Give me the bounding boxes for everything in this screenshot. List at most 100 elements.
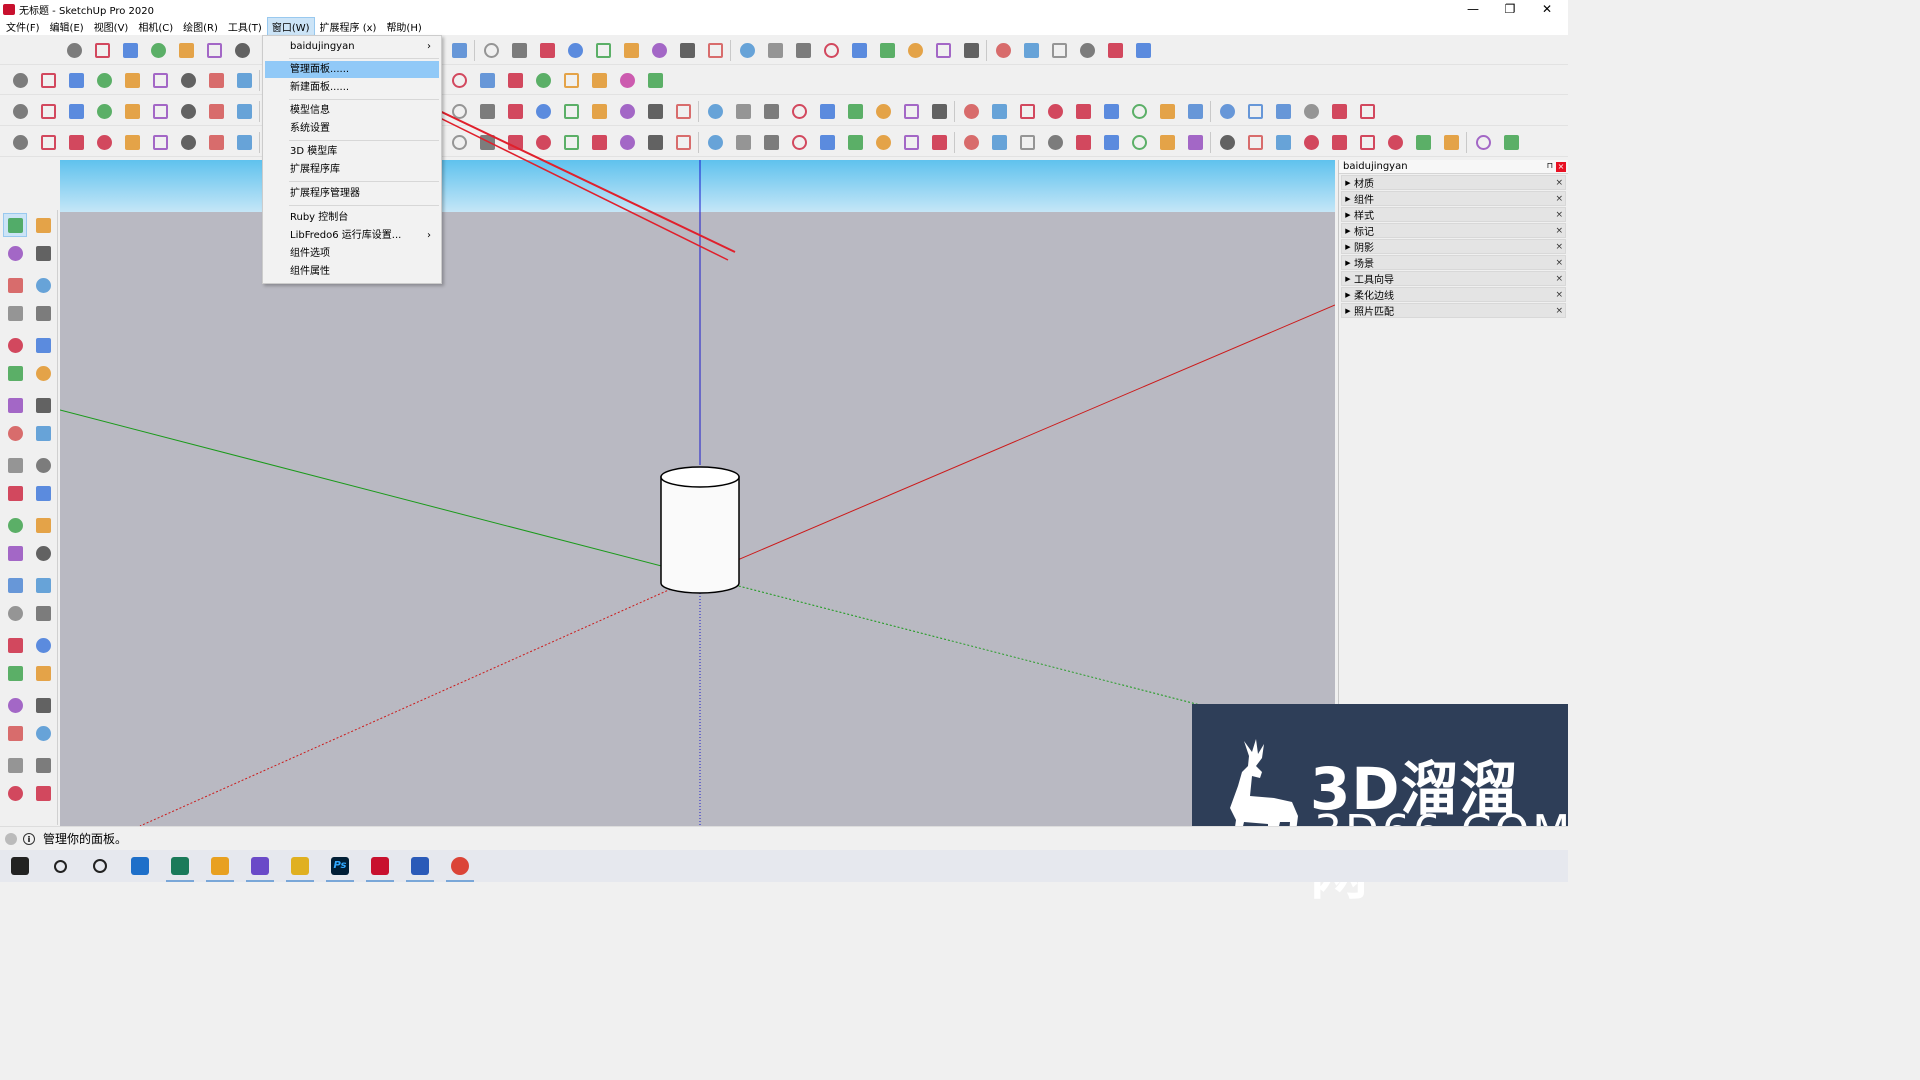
tube2-icon[interactable] [821, 40, 841, 60]
knife-icon[interactable] [961, 101, 981, 121]
fillet-icon[interactable] [649, 40, 669, 60]
rect-icon[interactable] [178, 70, 198, 90]
flex-icon[interactable] [1413, 132, 1433, 152]
computer-icon[interactable] [120, 850, 160, 882]
face-blue-icon[interactable] [1217, 101, 1237, 121]
select-icon[interactable] [3, 213, 27, 237]
layer2-icon[interactable] [1101, 101, 1121, 121]
photoshop-icon[interactable]: Ps [320, 850, 360, 882]
search-icon[interactable] [40, 850, 80, 882]
walk-icon[interactable] [122, 101, 142, 121]
vertex-orange-icon[interactable] [561, 70, 581, 90]
push-pull-icon[interactable] [150, 132, 170, 152]
expand-triangle-icon[interactable]: ▶ [1342, 243, 1354, 251]
menu-item-baidujingyan[interactable]: baidujingyan › [265, 38, 439, 55]
warehouse-icon[interactable] [4, 754, 26, 776]
pan-icon[interactable] [32, 602, 54, 624]
expand-triangle-icon[interactable]: ▶ [1342, 291, 1354, 299]
footprints-icon[interactable] [234, 101, 254, 121]
column-icon[interactable] [1021, 40, 1041, 60]
shaded-icon[interactable] [901, 132, 921, 152]
scale-icon[interactable] [4, 482, 26, 504]
shield-icon[interactable] [1441, 132, 1461, 152]
menu-view[interactable]: 视图(V) [90, 18, 133, 35]
loft-icon[interactable] [481, 40, 501, 60]
red-tool-c-icon[interactable] [1357, 132, 1377, 152]
expand-triangle-icon[interactable]: ▶ [1342, 259, 1354, 267]
eye-icon[interactable] [206, 101, 226, 121]
position-icon[interactable] [178, 101, 198, 121]
smooth-icon[interactable] [789, 101, 809, 121]
zoom-extents-left-icon[interactable] [4, 662, 26, 684]
left-icon[interactable] [789, 132, 809, 152]
mesh-icon[interactable] [877, 40, 897, 60]
3b-icon[interactable] [989, 101, 1009, 121]
vertex-blue-icon[interactable] [477, 70, 497, 90]
ruler-icon[interactable] [561, 101, 581, 121]
menu-item-extension-manager[interactable]: 扩展程序管理器 [265, 185, 439, 202]
axes-left-icon[interactable] [4, 574, 26, 596]
panel-close-icon[interactable]: × [1555, 226, 1563, 236]
follow-icon[interactable] [232, 40, 252, 60]
hidden-icon[interactable] [873, 132, 893, 152]
red-box2-icon[interactable] [533, 132, 553, 152]
undo-icon[interactable] [1301, 101, 1321, 121]
red-tool-b-icon[interactable] [1329, 132, 1349, 152]
orbit-left-icon[interactable] [4, 602, 26, 624]
orbit-icon[interactable] [10, 101, 30, 121]
ruler2-icon[interactable] [873, 101, 893, 121]
push-icon[interactable] [737, 40, 757, 60]
menu-help[interactable]: 帮助(H) [382, 18, 425, 35]
menu-item-model-info[interactable]: 模型信息 [265, 102, 439, 119]
menu-item-ruby-console[interactable]: Ruby 控制台 [265, 209, 439, 226]
expand-triangle-icon[interactable]: ▶ [1342, 275, 1354, 283]
box-d-icon[interactable] [1245, 132, 1265, 152]
tray-panel-row[interactable]: ▶ 场景 × [1341, 255, 1566, 270]
panel-close-icon[interactable]: × [1555, 242, 1563, 252]
panel-icon[interactable] [1077, 40, 1097, 60]
panel-close-icon[interactable]: × [1555, 290, 1563, 300]
menu-item-libfredo6[interactable]: LibFredo6 运行库设置... › [265, 227, 439, 244]
menu-tools[interactable]: 工具(T) [224, 18, 266, 35]
gear-icon[interactable] [176, 40, 196, 60]
offset-icon[interactable] [32, 482, 54, 504]
extension-icon[interactable] [32, 754, 54, 776]
axes-icon[interactable] [1185, 101, 1205, 121]
solid-icon[interactable] [849, 40, 869, 60]
arc2-left-icon[interactable] [32, 362, 54, 384]
hand2-icon[interactable] [234, 132, 254, 152]
shell2-icon[interactable] [817, 101, 837, 121]
right-icon[interactable] [733, 132, 753, 152]
zoom-extents-icon[interactable] [94, 101, 114, 121]
protractor-icon[interactable] [4, 542, 26, 564]
tape-icon[interactable] [4, 514, 26, 536]
orbit2-icon[interactable] [206, 132, 226, 152]
erase-cross-icon[interactable] [148, 40, 168, 60]
check-icon[interactable] [505, 101, 525, 121]
stair-icon[interactable] [565, 40, 585, 60]
sketchup-icon[interactable] [360, 850, 400, 882]
menu-draw[interactable]: 绘图(R) [179, 18, 222, 35]
panel-close-icon[interactable]: × [1555, 178, 1563, 188]
freehand-left-icon[interactable] [32, 274, 54, 296]
scene-icon[interactable] [561, 132, 581, 152]
tray-close-button[interactable]: × [1556, 162, 1566, 172]
scissors-icon[interactable] [449, 101, 469, 121]
ruby-left-icon[interactable] [32, 782, 54, 804]
layer-icon[interactable] [1073, 101, 1093, 121]
bevel-icon[interactable] [677, 40, 697, 60]
menu-item-3d-warehouse[interactable]: 3D 模型库 [265, 143, 439, 160]
chrome-icon[interactable] [440, 850, 480, 882]
restore-button[interactable]: ❐ [1493, 0, 1527, 18]
eraser-left-icon[interactable] [32, 242, 54, 264]
zoom-icon[interactable] [38, 101, 58, 121]
layer4-icon[interactable] [1157, 101, 1177, 121]
expand-triangle-icon[interactable]: ▶ [1342, 195, 1354, 203]
back-icon[interactable] [761, 132, 781, 152]
previous-icon[interactable] [32, 662, 54, 684]
mono-icon[interactable] [961, 132, 981, 152]
pin-icon[interactable]: ⊓ [1547, 161, 1553, 170]
menu-extensions[interactable]: 扩展程序 (x) [316, 18, 381, 35]
polygon-left-icon[interactable] [32, 334, 54, 356]
wave-icon[interactable] [1049, 40, 1069, 60]
